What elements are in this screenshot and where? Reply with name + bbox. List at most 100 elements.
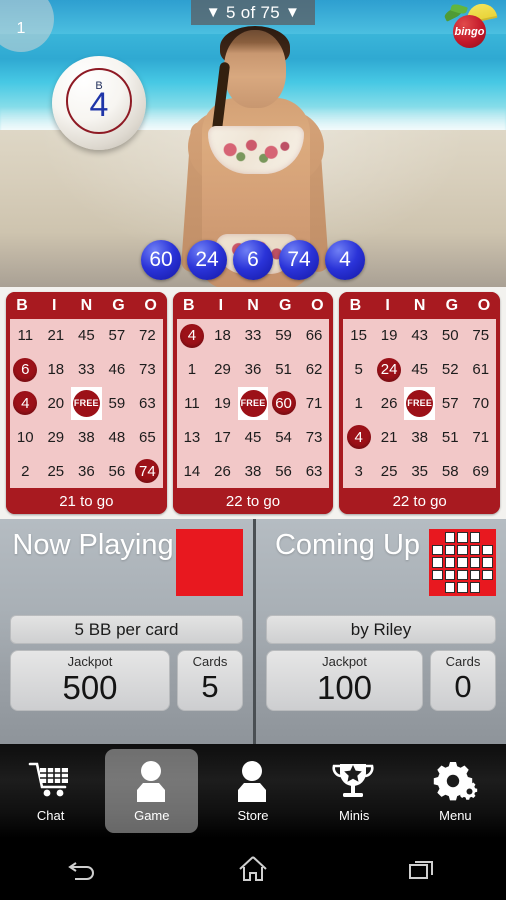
bingo-cell[interactable]: 69	[465, 454, 496, 488]
nav-item-game[interactable]: Game	[105, 749, 199, 833]
bingo-cell[interactable]: 57	[435, 387, 466, 421]
bingo-cell[interactable]: 21	[41, 319, 72, 353]
called-ball: 6	[233, 240, 273, 280]
bingo-cell[interactable]: 75	[465, 319, 496, 353]
bingo-cell[interactable]: 36	[71, 454, 102, 488]
bingo-cell[interactable]: 50	[435, 319, 466, 353]
recents-button[interactable]	[392, 849, 452, 889]
bingo-cell-value: 29	[47, 428, 65, 446]
bingo-column-letter: G	[445, 296, 459, 314]
bingo-card[interactable]: B I N G O 15 19 43 50 75 5 24 45 52 61 1 26 FREE 57 70 4 21 38…	[339, 292, 501, 514]
home-button[interactable]	[223, 849, 283, 889]
bingo-cell[interactable]: 20	[41, 387, 72, 421]
bingo-cell[interactable]: 51	[268, 353, 299, 387]
bingo-cell[interactable]: 1	[177, 353, 208, 387]
bingo-cell[interactable]: 66	[299, 319, 330, 353]
bingo-cell[interactable]: 1	[343, 387, 374, 421]
bingo-cell[interactable]: 46	[102, 353, 133, 387]
bingo-cell[interactable]: 58	[435, 454, 466, 488]
bingo-cell[interactable]: 25	[41, 454, 72, 488]
bingo-cell[interactable]: 13	[177, 420, 208, 454]
bingo-cell[interactable]: 17	[207, 420, 238, 454]
bingo-cell[interactable]: 48	[102, 420, 133, 454]
ball-counter[interactable]: ▼ 5 of 75 ▼	[191, 0, 315, 25]
bingo-cell[interactable]: 70	[465, 387, 496, 421]
trophy-icon	[331, 760, 377, 804]
bingo-free-cell[interactable]: FREE	[404, 386, 435, 421]
bingo-cell[interactable]: 59	[102, 387, 133, 421]
bingo-free-cell[interactable]: FREE	[71, 386, 102, 421]
bingo-cell[interactable]: 18	[207, 319, 238, 353]
bingo-cell-marked[interactable]: 6	[10, 353, 41, 387]
bingo-cell[interactable]: 11	[177, 387, 208, 421]
bingo-cell[interactable]: 26	[374, 387, 405, 421]
bingo-cell[interactable]: 19	[374, 319, 405, 353]
bingo-cell[interactable]: 61	[465, 353, 496, 387]
bingo-cell[interactable]: 73	[132, 353, 163, 387]
bingo-cell[interactable]: 38	[71, 420, 102, 454]
bingo-cell-value: 36	[244, 361, 262, 379]
nav-item-minis[interactable]: Minis	[308, 749, 401, 833]
bingo-free-cell[interactable]: FREE	[237, 386, 269, 421]
bingo-cell[interactable]: 56	[102, 454, 133, 488]
bingo-cell[interactable]: 25	[374, 454, 405, 488]
bingo-cell[interactable]: 65	[132, 420, 163, 454]
bingo-cell[interactable]: 45	[404, 353, 435, 387]
bingo-cell[interactable]: 11	[10, 319, 41, 353]
bingo-cell[interactable]: 29	[41, 420, 72, 454]
bingo-cell-marked[interactable]: 4	[10, 387, 41, 421]
bingo-logo[interactable]: bingo	[442, 1, 498, 48]
nav-item-store[interactable]: Store	[206, 749, 299, 833]
bingo-cell[interactable]: 54	[268, 420, 299, 454]
bingo-cell[interactable]: 18	[41, 353, 72, 387]
bingo-cell[interactable]: 21	[374, 420, 405, 454]
bingo-cell[interactable]: 71	[299, 387, 330, 421]
bingo-card[interactable]: B I N G O 4 18 33 59 66 1 29 36 51 62 11 19 FREE 60 71 13 17 4…	[172, 292, 334, 514]
bingo-cell[interactable]: 33	[238, 319, 269, 353]
bingo-cell-value: 72	[139, 327, 156, 345]
bingo-cell[interactable]: 35	[404, 454, 435, 488]
bingo-card[interactable]: B I N G O 11 21 45 57 72 6 18 33 46 73 4 20 FREE 59 63 10 29 3…	[6, 292, 167, 514]
bingo-cell[interactable]: 45	[238, 420, 269, 454]
bingo-cell[interactable]: 33	[71, 353, 102, 387]
pattern-cell	[204, 557, 215, 568]
bingo-cell-marked[interactable]: 4	[177, 319, 208, 353]
bingo-cell-marked[interactable]: 4	[343, 420, 374, 454]
bingo-cell-marked[interactable]: 60	[268, 387, 299, 421]
bingo-cell[interactable]: 45	[71, 319, 102, 353]
bingo-cell[interactable]: 15	[343, 319, 374, 353]
bingo-cell[interactable]: 14	[177, 454, 208, 488]
back-button[interactable]	[54, 849, 114, 889]
bingo-cell[interactable]: 10	[10, 420, 41, 454]
bingo-cell[interactable]: 71	[465, 420, 496, 454]
bingo-cell[interactable]: 56	[268, 454, 299, 488]
bingo-cell[interactable]: 73	[299, 420, 330, 454]
bingo-cell[interactable]: 63	[299, 454, 330, 488]
bingo-cell-value: 73	[139, 361, 156, 379]
video-stream-area[interactable]: 1 ▼ 5 of 75 ▼ bingo B 4 60 24 6 74 4	[0, 0, 506, 287]
bingo-cell[interactable]: 26	[207, 454, 238, 488]
bingo-cell[interactable]: 2	[10, 454, 41, 488]
nav-item-chat[interactable]: Chat	[4, 749, 97, 833]
shopping-cart-icon	[28, 760, 74, 804]
bingo-cell[interactable]: 3	[343, 454, 374, 488]
bingo-cell[interactable]: 43	[404, 319, 435, 353]
bingo-cell[interactable]: 38	[404, 420, 435, 454]
bingo-cell[interactable]: 59	[268, 319, 299, 353]
bingo-cell[interactable]: 5	[343, 353, 374, 387]
bingo-cell[interactable]: 51	[435, 420, 466, 454]
bingo-cell[interactable]: 63	[132, 387, 163, 421]
now-playing-cost[interactable]: 5 BB per card	[10, 615, 243, 644]
nav-item-menu[interactable]: Menu	[409, 749, 502, 833]
bingo-cell[interactable]: 52	[435, 353, 466, 387]
bingo-cell[interactable]: 72	[132, 319, 163, 353]
bingo-cell[interactable]: 29	[207, 353, 238, 387]
bingo-cell-marked[interactable]: 74	[132, 454, 163, 488]
bingo-cell[interactable]: 19	[207, 387, 238, 421]
bingo-cell[interactable]: 57	[102, 319, 133, 353]
bingo-cell[interactable]: 36	[238, 353, 269, 387]
bingo-cell[interactable]: 62	[299, 353, 330, 387]
bingo-cell[interactable]: 38	[238, 454, 269, 488]
bingo-cell-marked[interactable]: 24	[374, 353, 405, 387]
coming-up-host[interactable]: by Riley	[266, 615, 496, 644]
